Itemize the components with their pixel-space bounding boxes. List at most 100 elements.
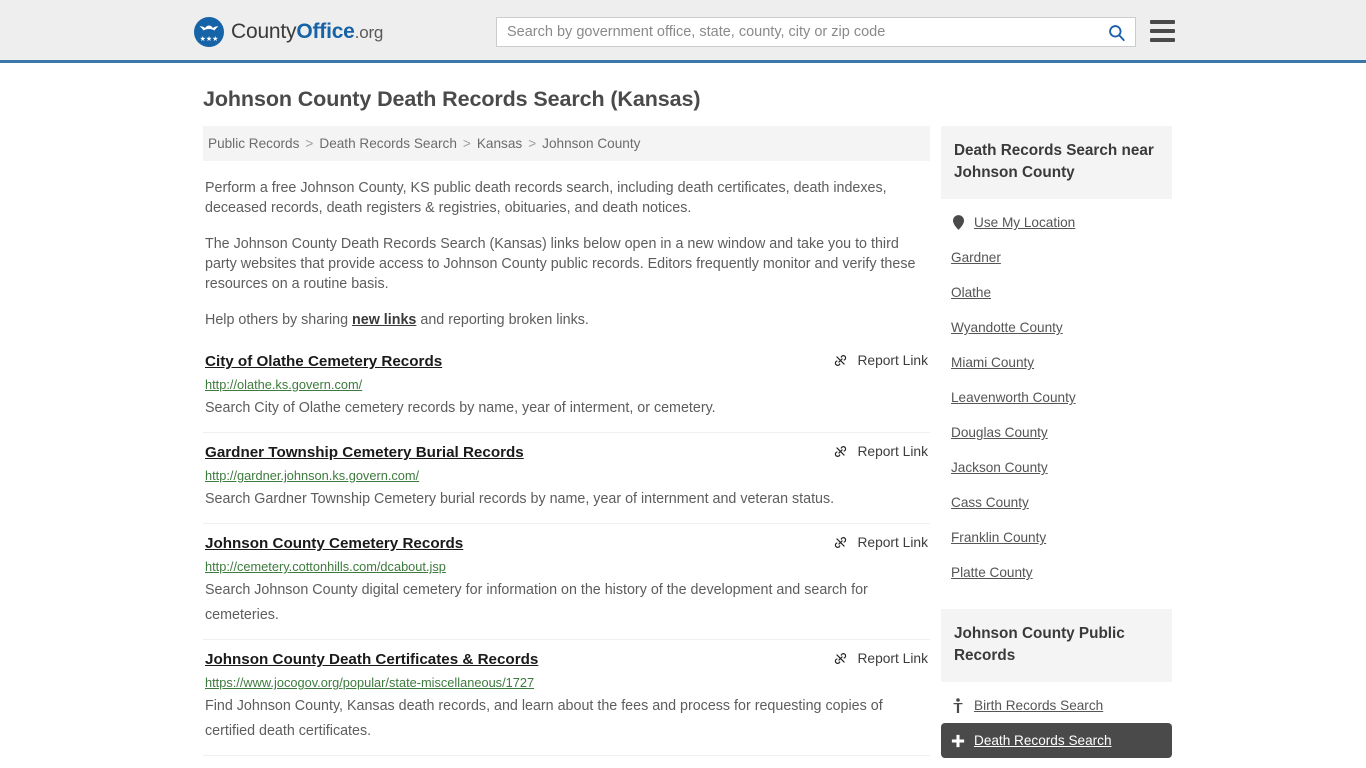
hamburger-menu-icon[interactable] <box>1150 20 1175 42</box>
page-container: Johnson County Death Records Search (Kan… <box>0 63 1366 768</box>
sidebar-public-records-list: Birth Records Search Death Records Searc… <box>941 682 1172 768</box>
sidebar-item-divorce-records-search[interactable]: Divorce Records Search <box>941 758 1172 768</box>
brand-part-2: Office <box>296 20 355 43</box>
stars-glyph: ★★★ <box>199 36 219 43</box>
eagle-seal-icon: ★★★ <box>194 17 224 47</box>
sidebar-item-leavenworth-county[interactable]: Leavenworth County <box>941 380 1172 415</box>
result-title-link[interactable]: City of Olathe Cemetery Records <box>205 352 442 372</box>
sidebar-item-use-my-location[interactable]: Use My Location <box>941 205 1172 240</box>
new-links-link[interactable]: new links <box>352 312 416 328</box>
site-logo[interactable]: ★★★ CountyOffice.org <box>194 17 383 47</box>
result-item: Johnson County Cemetery Records Report L… <box>203 523 930 639</box>
report-link-label: Report Link <box>857 444 928 459</box>
sidebar-item-label: Douglas County <box>951 425 1048 440</box>
sidebar-item-death-records-search[interactable]: Death Records Search <box>941 723 1172 758</box>
result-description: Find Johnson County, Kansas death record… <box>205 698 883 739</box>
report-link-button[interactable]: Report Link <box>833 353 928 368</box>
intro-paragraph-1: Perform a free Johnson County, KS public… <box>205 180 887 216</box>
broken-link-icon <box>833 444 848 459</box>
plus-cross-icon <box>949 734 967 748</box>
sidebar: Death Records Search near Johnson County… <box>941 126 1172 768</box>
sidebar-item-label: Cass County <box>951 495 1029 510</box>
brand-part-1: County <box>231 20 297 43</box>
sidebar-item-platte-county[interactable]: Platte County <box>941 555 1172 590</box>
sidebar-nearby-heading: Death Records Search near Johnson County <box>941 126 1172 199</box>
hamburger-bar-3 <box>1150 38 1175 42</box>
sidebar-item-label: Leavenworth County <box>951 390 1076 405</box>
report-link-label: Report Link <box>857 535 928 550</box>
sidebar-item-label: Jackson County <box>951 460 1048 475</box>
result-url[interactable]: http://gardner.johnson.ks.govern.com/ <box>205 467 928 484</box>
report-link-label: Report Link <box>857 353 928 368</box>
intro-paragraph-2: The Johnson County Death Records Search … <box>205 236 916 292</box>
sidebar-item-label: Gardner <box>951 250 1001 265</box>
sidebar-item-cass-county[interactable]: Cass County <box>941 485 1172 520</box>
sidebar-public-records-section: Johnson County Public Records Birth Reco… <box>941 609 1172 768</box>
result-item: Johnson County Death Certificates & Reco… <box>203 639 930 755</box>
result-description: Search City of Olathe cemetery records b… <box>205 400 716 416</box>
breadcrumb-item-3: Johnson County <box>542 136 641 151</box>
map-pin-icon <box>949 215 967 230</box>
sidebar-item-label: Use My Location <box>974 215 1076 230</box>
result-header: Johnson County Death Certificates & Reco… <box>205 650 928 670</box>
result-url[interactable]: http://cemetery.cottonhills.com/dcabout.… <box>205 558 928 575</box>
breadcrumb-item-0[interactable]: Public Records <box>208 136 299 151</box>
result-url[interactable]: http://olathe.ks.govern.com/ <box>205 376 928 393</box>
sidebar-item-label: Death Records Search <box>974 733 1112 748</box>
sidebar-item-label: Olathe <box>951 285 992 300</box>
main-column: Public Records > Death Records Search > … <box>203 126 930 768</box>
sidebar-item-jackson-county[interactable]: Jackson County <box>941 450 1172 485</box>
intro-p3-before: Help others by sharing <box>205 312 353 328</box>
broken-link-icon <box>833 353 848 368</box>
intro-text: Perform a free Johnson County, KS public… <box>203 178 930 330</box>
search-bar[interactable] <box>496 17 1136 47</box>
result-header: Gardner Township Cemetery Burial Records <box>205 443 928 463</box>
broken-link-icon <box>833 651 848 666</box>
hamburger-bar-2 <box>1150 29 1175 33</box>
breadcrumb-item-1[interactable]: Death Records Search <box>319 136 457 151</box>
sidebar-item-birth-records-search[interactable]: Birth Records Search <box>941 688 1172 723</box>
sidebar-public-records-heading: Johnson County Public Records <box>941 609 1172 682</box>
breadcrumb: Public Records > Death Records Search > … <box>203 126 930 161</box>
brand-text: CountyOffice.org <box>231 20 383 44</box>
intro-p3-after: and reporting broken links. <box>416 312 589 328</box>
result-header: City of Olathe Cemetery Records Report L… <box>205 352 928 372</box>
result-url[interactable]: https://www.jocogov.org/popular/state-mi… <box>205 674 928 691</box>
breadcrumb-separator-0: > <box>305 136 314 151</box>
site-header: ★★★ CountyOffice.org <box>0 0 1366 63</box>
hamburger-bar-1 <box>1150 20 1175 24</box>
sidebar-item-label: Franklin County <box>951 530 1047 545</box>
result-title-link[interactable]: Johnson County Death Certificates & Reco… <box>205 650 538 670</box>
page-title: Johnson County Death Records Search (Kan… <box>203 87 701 111</box>
result-title-link[interactable]: Gardner Township Cemetery Burial Records <box>205 443 524 463</box>
result-item: City of Olathe Cemetery Records Report L… <box>203 346 930 432</box>
search-icon <box>1108 24 1125 41</box>
search-input[interactable] <box>497 18 1097 46</box>
sidebar-item-douglas-county[interactable]: Douglas County <box>941 415 1172 450</box>
sidebar-item-label: Platte County <box>951 565 1033 580</box>
report-link-button[interactable]: Report Link <box>833 651 928 666</box>
sidebar-item-gardner[interactable]: Gardner <box>941 240 1172 275</box>
sidebar-item-miami-county[interactable]: Miami County <box>941 345 1172 380</box>
brand-part-3: .org <box>354 23 384 42</box>
result-description: Search Gardner Township Cemetery burial … <box>205 491 835 507</box>
breadcrumb-separator-1: > <box>462 136 471 151</box>
result-description: Search Johnson County digital cemetery f… <box>205 582 868 623</box>
result-item: Gardner Township Cemetery Burial Records <box>203 432 930 523</box>
sidebar-item-label: Birth Records Search <box>974 698 1104 713</box>
baby-icon <box>949 698 967 713</box>
sidebar-item-franklin-county[interactable]: Franklin County <box>941 520 1172 555</box>
eagle-glyph <box>199 25 219 31</box>
sidebar-nearby-list: Use My Location Gardner Olathe Wyandotte… <box>941 199 1172 590</box>
content-row: Public Records > Death Records Search > … <box>0 126 1366 768</box>
sidebar-item-wyandotte-county[interactable]: Wyandotte County <box>941 310 1172 345</box>
sidebar-item-label: Wyandotte County <box>951 320 1063 335</box>
sidebar-item-olathe[interactable]: Olathe <box>941 275 1172 310</box>
result-title-link[interactable]: Johnson County Cemetery Records <box>205 534 463 554</box>
results-list: City of Olathe Cemetery Records Report L… <box>203 346 930 768</box>
search-button[interactable] <box>1097 18 1135 46</box>
report-link-button[interactable]: Report Link <box>833 444 928 459</box>
breadcrumb-item-2[interactable]: Kansas <box>477 136 522 151</box>
result-item: Johnson County Genealogy Records <box>203 755 930 768</box>
report-link-button[interactable]: Report Link <box>833 535 928 550</box>
